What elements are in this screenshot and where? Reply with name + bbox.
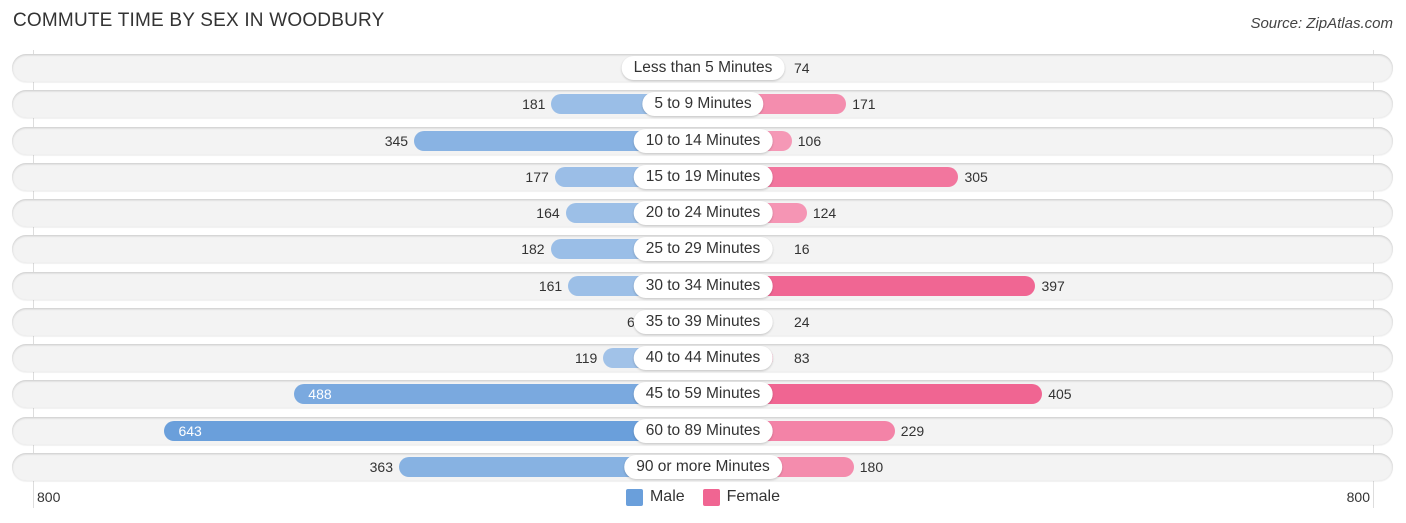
category-label: 45 to 59 Minutes	[633, 382, 773, 407]
value-label-female: 16	[794, 241, 810, 258]
value-label-female: 180	[859, 458, 884, 475]
value-label-male: 181	[522, 96, 546, 113]
category-label: 30 to 34 Minutes	[633, 273, 773, 298]
category-label: 15 to 19 Minutes	[633, 164, 773, 189]
value-label-female: 229	[900, 422, 925, 439]
value-label-female: 305	[964, 168, 988, 185]
category-label: 20 to 24 Minutes	[633, 201, 773, 225]
value-label-female: 24	[794, 313, 810, 330]
category-label: 35 to 39 Minutes	[633, 309, 773, 334]
value-label-male: 363	[369, 458, 393, 475]
value-label-male: 177	[525, 168, 549, 185]
legend-swatch-female	[702, 488, 720, 506]
value-label-female: 405	[1048, 386, 1072, 403]
value-label-female: 106	[797, 132, 822, 149]
category-label: Less than 5 Minutes	[621, 56, 785, 80]
chart-title: COMMUTE TIME BY SEX IN WOODBURY	[13, 10, 385, 31]
category-label: 90 or more Minutes	[624, 454, 782, 479]
legend-label-female: Female	[726, 488, 781, 505]
value-label-female: 171	[852, 96, 876, 113]
value-label-male: 119	[575, 350, 598, 366]
value-label-male: 164	[536, 205, 560, 221]
value-label-female: 74	[794, 60, 810, 76]
legend-item-female[interactable]: Female	[702, 488, 781, 506]
legend-label-male: Male	[649, 488, 685, 505]
value-label-female: 124	[812, 205, 837, 221]
category-label: 25 to 29 Minutes	[633, 237, 773, 262]
category-label: 60 to 89 Minutes	[633, 418, 773, 443]
value-label-male: 488	[308, 386, 332, 403]
bar-male[interactable]	[164, 420, 703, 441]
category-label: 5 to 9 Minutes	[642, 92, 764, 117]
legend: Male Female	[0, 488, 1406, 506]
legend-swatch-male	[625, 488, 643, 506]
source-label: Source: ZipAtlas.com	[1250, 15, 1393, 32]
value-label-male: 345	[384, 132, 409, 149]
legend-item-male[interactable]: Male	[625, 488, 685, 506]
value-label-male: 182	[521, 241, 545, 258]
value-label-female: 83	[794, 350, 810, 366]
category-label: 40 to 44 Minutes	[633, 346, 773, 370]
value-label-female: 397	[1041, 277, 1065, 294]
value-label-male: 161	[538, 277, 563, 294]
value-label-male: 643	[178, 422, 202, 439]
category-label: 10 to 14 Minutes	[633, 128, 773, 153]
